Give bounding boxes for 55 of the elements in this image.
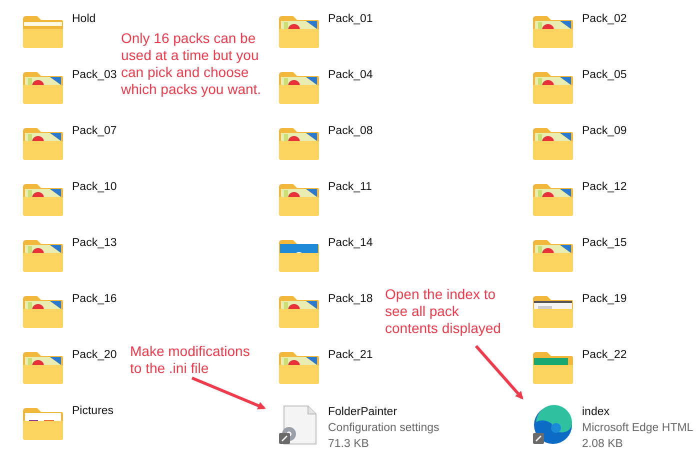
folder-name[interactable]: Pack_16 bbox=[72, 293, 117, 305]
folder-icon bbox=[278, 237, 320, 273]
annotation-text: Make modifications to the .ini file bbox=[130, 343, 251, 377]
folder-icon bbox=[278, 69, 320, 105]
folder-name[interactable]: Pack_21 bbox=[328, 349, 373, 361]
file-size: 71.3 KB bbox=[328, 437, 370, 452]
folder-icon bbox=[22, 125, 64, 161]
folder-icon bbox=[22, 349, 64, 385]
folder-name[interactable]: Pack_22 bbox=[582, 349, 627, 361]
folder-icon bbox=[278, 125, 320, 161]
folder-icon bbox=[278, 13, 320, 49]
folder-icon bbox=[22, 293, 64, 329]
folder-icon bbox=[532, 125, 574, 161]
folder-icon bbox=[532, 13, 574, 49]
folder-name[interactable]: Pack_05 bbox=[582, 69, 627, 81]
file-name[interactable]: index bbox=[582, 404, 694, 420]
folder-icon bbox=[532, 237, 574, 273]
folder-name[interactable]: Pack_15 bbox=[582, 237, 627, 249]
folder-icon bbox=[22, 13, 64, 49]
folder-name[interactable]: Pack_13 bbox=[72, 237, 117, 249]
folder-icon bbox=[532, 349, 574, 385]
folder-name[interactable]: Pack_19 bbox=[582, 293, 627, 305]
folder-icon bbox=[532, 181, 574, 217]
folder-name[interactable]: Pack_10 bbox=[72, 181, 117, 193]
folder-name[interactable]: Pack_09 bbox=[582, 125, 627, 137]
browser-icon bbox=[532, 404, 574, 446]
folder-icon bbox=[22, 237, 64, 273]
folder-icon bbox=[278, 349, 320, 385]
file-name[interactable]: FolderPainter bbox=[328, 404, 440, 420]
folder-name[interactable]: Pack_02 bbox=[582, 13, 627, 25]
folder-name[interactable]: Pack_20 bbox=[72, 349, 117, 361]
folder-name[interactable]: Pack_18 bbox=[328, 293, 373, 305]
folder-name[interactable]: Hold bbox=[72, 13, 96, 25]
folder-name[interactable]: Pack_14 bbox=[328, 237, 373, 249]
folder-icon bbox=[22, 405, 64, 441]
folder-icon bbox=[278, 181, 320, 217]
folder-name[interactable]: Pack_11 bbox=[328, 181, 372, 193]
file-size: 2.08 KB bbox=[582, 437, 624, 452]
folder-icon bbox=[532, 293, 574, 329]
file-type: Configuration settings bbox=[328, 421, 440, 436]
annotation-text: Open the index to see all pack contents displayed bbox=[385, 286, 502, 337]
folder-name[interactable]: Pack_07 bbox=[72, 125, 117, 137]
arrow bbox=[474, 345, 524, 400]
folder-name[interactable]: Pack_04 bbox=[328, 69, 373, 81]
folder-name[interactable]: Pack_03 bbox=[72, 69, 117, 81]
folder-icon bbox=[22, 69, 64, 105]
folder-icon bbox=[532, 69, 574, 105]
folder-name[interactable]: Pack_08 bbox=[328, 125, 373, 137]
annotation-text: Only 16 packs can be used at a time but you can pick and choose which packs you want. bbox=[121, 30, 262, 98]
folder-name[interactable]: Pack_01 bbox=[328, 13, 373, 25]
folder-name[interactable]: Pictures bbox=[72, 405, 114, 417]
folder-name[interactable]: Pack_12 bbox=[582, 181, 627, 193]
folder-icon bbox=[22, 181, 64, 217]
folder-icon bbox=[278, 293, 320, 329]
file-type: Microsoft Edge HTML bbox=[582, 421, 694, 436]
